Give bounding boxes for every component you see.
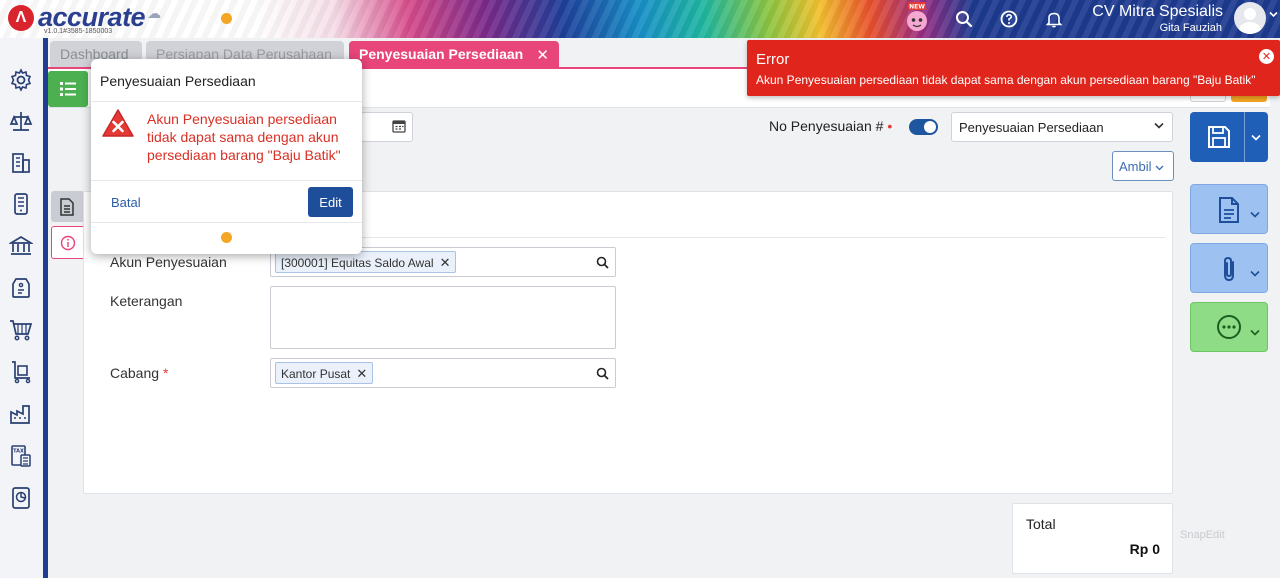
info-tab[interactable] (51, 226, 83, 259)
total-box: Total Rp 0 (1012, 503, 1173, 574)
bank-icon[interactable] (7, 234, 35, 258)
app-header: Λ accurate ☁ v1.0.1#3585-1850003 NEW CV … (0, 0, 1280, 38)
status-dot (221, 13, 232, 24)
select-value: Penyesuaian Persediaan (959, 120, 1104, 135)
dialog-message: Akun Penyesuaian persediaan tidak dapat … (147, 111, 341, 163)
required-mark: • (887, 118, 893, 134)
panel-divider (340, 237, 1165, 238)
chevron-down-icon[interactable] (1269, 10, 1278, 21)
paperclip-icon (1224, 256, 1234, 282)
help-icon[interactable] (998, 8, 1020, 30)
cabang-label: Cabang * (110, 365, 168, 381)
toast-message: Akun Penyesuaian persediaan tidak dapat … (756, 73, 1256, 87)
ambil-label: Ambil (1119, 159, 1152, 174)
gear-icon[interactable] (9, 68, 33, 92)
warning-icon (102, 109, 134, 137)
report-icon[interactable] (9, 486, 33, 510)
akun-penyesuaian-label: Akun Penyesuaian (110, 254, 227, 270)
document-icon (1219, 197, 1239, 223)
scale-icon[interactable] (9, 109, 33, 133)
keterangan-label: Keterangan (110, 293, 183, 309)
edit-button[interactable]: Edit (308, 187, 353, 217)
close-icon[interactable]: ✕ (1259, 49, 1274, 64)
status-dot (221, 232, 232, 243)
total-value: Rp 0 (1129, 541, 1160, 557)
error-toast: Error Akun Penyesuaian persediaan tidak … (747, 40, 1280, 96)
chevron-down-icon[interactable] (1251, 134, 1261, 141)
cabang-label-text: Cabang (110, 365, 160, 381)
cabang-input[interactable]: Kantor Pusat ✕ (270, 358, 616, 388)
dialog-divider (91, 222, 362, 223)
toast-title: Error (756, 51, 790, 68)
attachment-button[interactable] (1190, 243, 1268, 293)
button-separator (1244, 112, 1245, 162)
bell-icon[interactable] (1043, 8, 1065, 30)
cancel-button[interactable]: Batal (111, 195, 141, 210)
ambil-button[interactable]: Ambil (1112, 151, 1174, 181)
akun-tag-label: [300001] Equitas Saldo Awal (281, 256, 434, 270)
building-icon[interactable] (9, 151, 33, 175)
cloud-icon: ☁ (147, 5, 162, 21)
svg-text:NEW: NEW (909, 4, 925, 11)
keterangan-textarea[interactable] (270, 286, 616, 349)
cart-icon[interactable] (9, 318, 33, 342)
auto-number-toggle[interactable] (909, 119, 938, 135)
chevron-down-icon (1250, 211, 1260, 218)
save-icon (1208, 126, 1230, 148)
company-name[interactable]: CV Mitra Spesialis (1092, 3, 1223, 21)
search-icon[interactable] (596, 367, 609, 380)
phone-icon[interactable] (9, 192, 33, 216)
error-dialog: Penyesuaian Persediaan Akun Penyesuaian … (91, 59, 362, 254)
svg-text:TAX: TAX (13, 449, 24, 455)
chevron-down-icon (1250, 329, 1260, 336)
accurate-logo-icon: Λ (8, 4, 34, 31)
chevron-down-icon (1154, 120, 1164, 132)
factory-icon[interactable] (9, 402, 33, 426)
no-penyesuaian-text: No Penyesuaian # (769, 118, 884, 134)
tax-icon[interactable]: TAX (9, 444, 33, 468)
dialog-divider (91, 180, 362, 181)
remove-tag-icon[interactable]: ✕ (440, 255, 451, 270)
remove-tag-icon[interactable]: ✕ (356, 366, 367, 381)
chevron-down-icon (1155, 165, 1164, 171)
info-icon (60, 235, 75, 250)
detail-tab[interactable] (51, 191, 83, 222)
no-penyesuaian-label: No Penyesuaian # • (769, 118, 892, 134)
save-button[interactable] (1190, 112, 1268, 162)
avatar[interactable] (1234, 2, 1266, 34)
search-icon[interactable] (596, 256, 609, 269)
tag-icon[interactable] (9, 276, 33, 300)
tab-penyesuaian-persediaan[interactable]: Penyesuaian Persediaan ✕ (349, 41, 559, 67)
more-icon (1217, 315, 1241, 339)
new-feature-badge-icon[interactable]: NEW (904, 2, 930, 32)
version-label: v1.0.1#3585-1850003 (44, 28, 113, 35)
chevron-down-icon (1250, 270, 1260, 277)
close-icon[interactable]: ✕ (536, 46, 549, 64)
document-button[interactable] (1190, 184, 1268, 234)
tab-label: Penyesuaian Persediaan (359, 46, 524, 62)
cabang-tag: Kantor Pusat ✕ (275, 362, 374, 384)
dialog-divider (91, 101, 362, 102)
list-icon (60, 82, 76, 96)
akun-tag: [300001] Equitas Saldo Awal ✕ (275, 251, 457, 273)
toggle-knob (924, 121, 936, 133)
user-name: Gita Fauziah (1159, 22, 1222, 34)
required-mark: * (162, 365, 169, 381)
calendar-icon[interactable] (392, 119, 406, 133)
dialog-title: Penyesuaian Persediaan (100, 73, 256, 89)
trolley-icon[interactable] (9, 360, 33, 384)
search-icon[interactable] (953, 8, 975, 30)
document-lines-icon (60, 197, 74, 216)
cabang-tag-label: Kantor Pusat (281, 367, 351, 381)
total-label: Total (1026, 516, 1056, 532)
more-options-button[interactable] (1190, 302, 1268, 352)
watermark: SnapEdit (1180, 529, 1225, 541)
transaction-type-select[interactable]: Penyesuaian Persediaan (951, 112, 1173, 142)
sidebar: TAX (0, 38, 48, 578)
list-view-button[interactable] (48, 71, 88, 107)
